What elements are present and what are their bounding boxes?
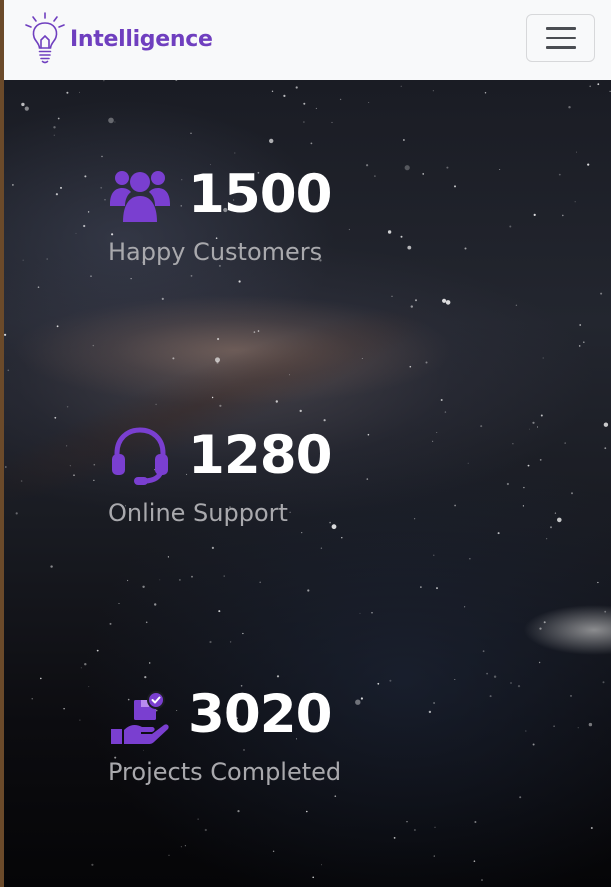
stat-value: 1500	[188, 163, 333, 225]
brand-link[interactable]: Intelligence	[24, 12, 213, 66]
stat-label: Happy Customers	[108, 238, 323, 266]
stat-projects-completed: 3020 Projects Completed	[108, 682, 342, 787]
navbar: Intelligence	[4, 0, 611, 80]
hand-holding-box-icon	[111, 691, 169, 744]
lightbulb-icon	[25, 12, 65, 64]
stats-section: 1500 Happy Customers 1280 Online Support	[4, 80, 611, 887]
stat-online-support: 1280 Online Support	[108, 423, 333, 527]
stat-happy-customers: 1500 Happy Customers	[108, 162, 333, 267]
stat-label: Projects Completed	[108, 758, 342, 786]
headset-icon	[112, 427, 168, 485]
users-icon	[110, 171, 170, 222]
stat-value: 3020	[188, 683, 333, 745]
hamburger-menu-icon	[545, 27, 576, 30]
navbar-toggler-button[interactable]	[526, 14, 595, 62]
stat-label: Online Support	[108, 499, 288, 527]
stat-value: 1280	[188, 424, 333, 486]
brand-name: Intelligence	[70, 26, 213, 52]
